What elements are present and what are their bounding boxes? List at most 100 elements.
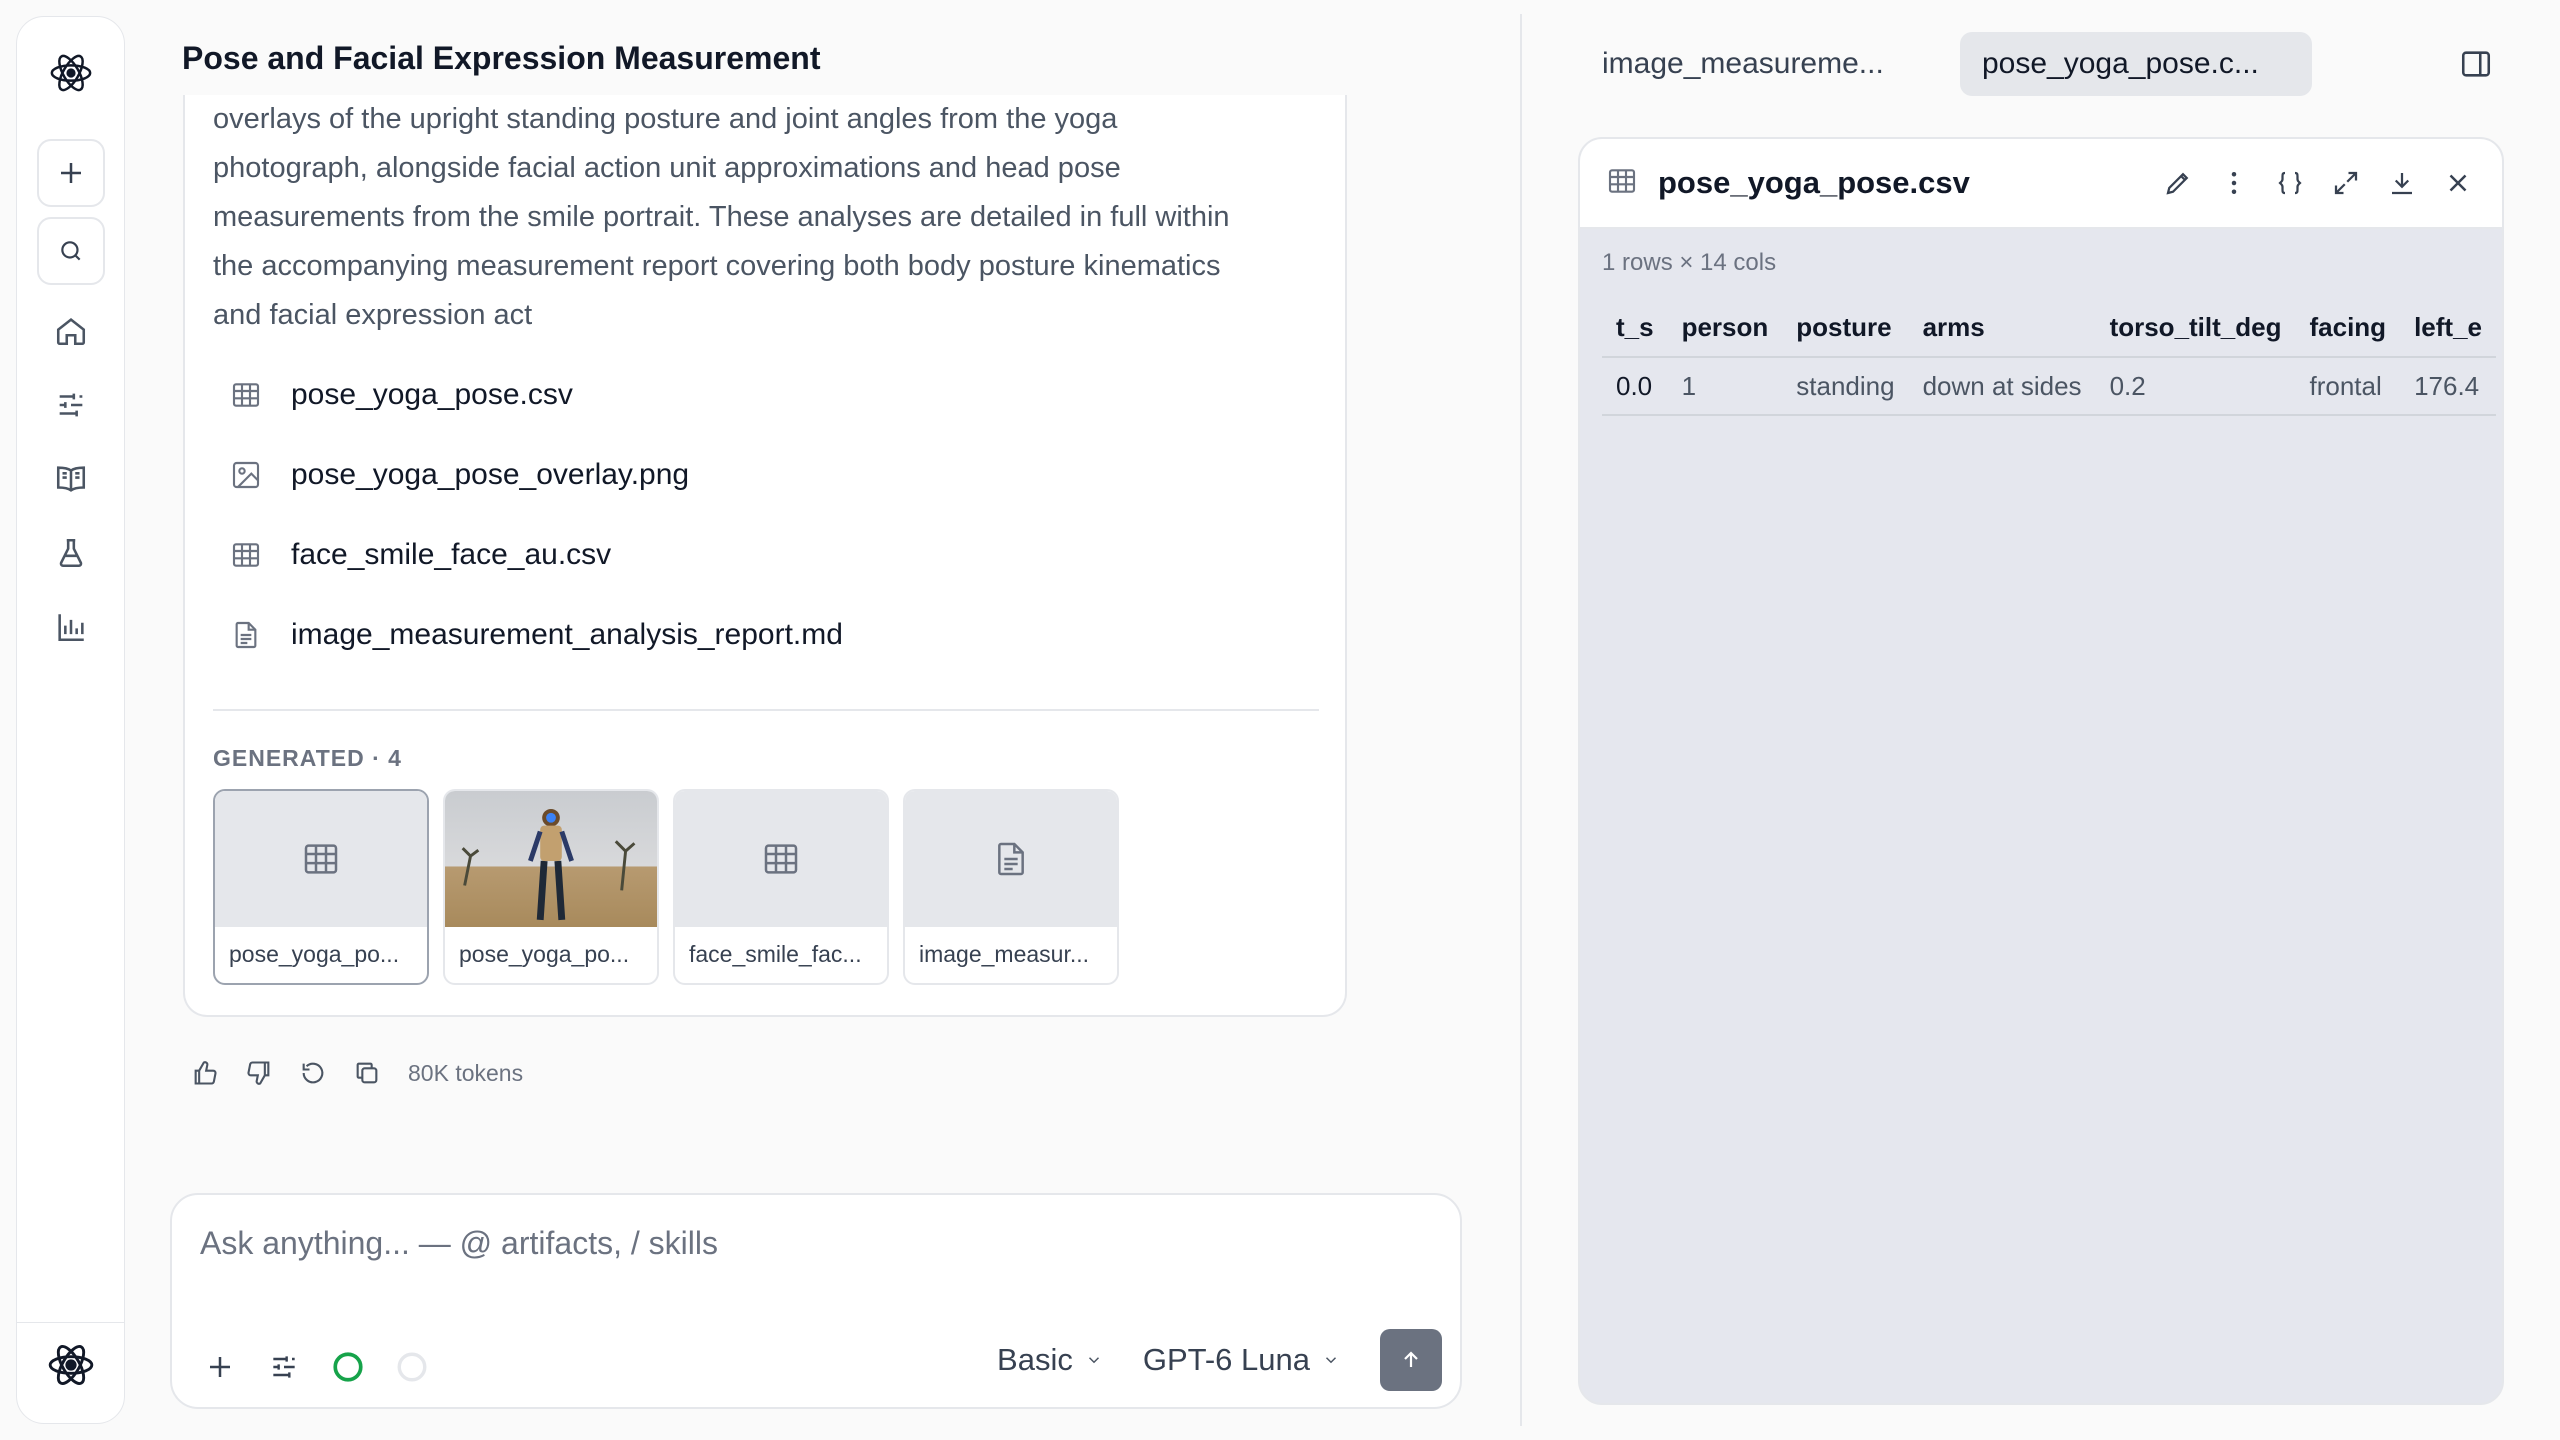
sliders-icon[interactable]	[266, 1349, 302, 1385]
copy-icon[interactable]	[352, 1058, 382, 1088]
document-icon	[905, 791, 1117, 927]
more-vertical-icon[interactable]	[2216, 165, 2252, 201]
table-icon	[227, 376, 265, 414]
generated-label: GENERATED · 4	[213, 745, 402, 771]
thumbnail-caption: image_measur...	[919, 941, 1090, 967]
composer-right-controls: Basic GPT-6 Luna	[997, 1329, 1442, 1391]
file-link-face-csv[interactable]: face_smile_face_au.csv	[227, 515, 843, 595]
search-button[interactable]	[36, 217, 105, 285]
sliders-icon	[59, 393, 82, 417]
message-line: the accompanying measurement report cove…	[213, 250, 1221, 282]
status-ring-icon[interactable]	[330, 1349, 366, 1385]
csv-viewer: pose_yoga_pose.csv 1 rows × 14 cols t_s …	[1578, 137, 2504, 1405]
download-icon[interactable]	[2384, 165, 2420, 201]
chevron-down-icon	[1088, 1357, 1099, 1364]
code-braces-icon[interactable]	[2272, 165, 2308, 201]
chat-title: Pose and Facial Expression Measurement	[182, 40, 821, 76]
table-cell: 176.4	[2400, 357, 2496, 416]
table-cell: 0.2	[2095, 357, 2296, 416]
column-header[interactable]: torso_tilt_deg	[2095, 299, 2296, 358]
column-header[interactable]: left_e	[2400, 299, 2496, 358]
token-count: 80K tokens	[408, 1059, 524, 1086]
message-line: measurements from the smile portrait. Th…	[213, 201, 1230, 233]
thumbnail-face-csv[interactable]: face_smile_fac...	[673, 789, 889, 985]
search-icon	[60, 241, 80, 261]
bar-chart-icon	[57, 614, 84, 642]
message-line: photograph, alongside facial action unit…	[213, 152, 1121, 184]
file-name: image_measurement_analysis_report.md	[291, 618, 843, 651]
table-meta: 1 rows × 14 cols	[1602, 249, 1777, 276]
table-cell: 1	[1667, 357, 1783, 416]
expand-icon[interactable]	[2328, 165, 2364, 201]
mode-select-value: Basic	[997, 1342, 1073, 1377]
table-icon	[1606, 165, 1638, 202]
loading-ring-icon	[394, 1349, 430, 1385]
plus-icon	[60, 163, 81, 183]
artifact-tabs: image_measureme... pose_yoga_pose.c...	[1580, 32, 2312, 96]
chevron-down-icon	[1325, 1357, 1337, 1364]
column-header[interactable]: arms	[1908, 299, 2096, 358]
left-rail	[16, 16, 125, 1424]
toggle-panel-icon[interactable]	[2456, 44, 2496, 84]
model-select[interactable]: GPT-6 Luna	[1143, 1342, 1340, 1378]
table-icon	[227, 536, 265, 574]
column-header[interactable]: person	[1667, 299, 1783, 358]
thumbnail-caption: face_smile_fac...	[689, 941, 862, 967]
message-text: overlays of the upright standing posture…	[213, 95, 1313, 340]
thumbnail-caption: pose_yoga_po...	[459, 941, 630, 967]
message-line: overlays of the upright standing posture…	[213, 103, 1118, 135]
message-composer: Ask anything... — @ artifacts, / skills …	[170, 1193, 1462, 1409]
send-button[interactable]	[1380, 1329, 1442, 1391]
file-link-overlay-png[interactable]: pose_yoga_pose_overlay.png	[227, 435, 843, 515]
viewer-file-title: pose_yoga_pose.csv	[1658, 165, 1970, 200]
new-chat-button[interactable]	[36, 139, 105, 207]
home-nav[interactable]	[37, 297, 105, 365]
composer-input[interactable]: Ask anything... — @ artifacts, / skills	[200, 1225, 718, 1262]
thumbs-up-icon[interactable]	[190, 1058, 220, 1088]
composer-tools	[202, 1349, 430, 1385]
column-header[interactable]: t_s	[1602, 299, 1668, 358]
thumbs-down-icon[interactable]	[244, 1058, 274, 1088]
mode-select[interactable]: Basic	[997, 1342, 1103, 1378]
edit-pencil-icon[interactable]	[2160, 165, 2196, 201]
model-select-value: GPT-6 Luna	[1142, 1342, 1310, 1377]
file-name: pose_yoga_pose_overlay.png	[291, 458, 690, 491]
tab-image-measurement[interactable]: image_measureme...	[1580, 32, 1932, 96]
analytics-nav[interactable]	[37, 593, 105, 661]
table-container[interactable]: t_s person posture arms torso_tilt_deg f…	[1602, 299, 2502, 416]
profile-atom-icon[interactable]	[43, 1337, 99, 1393]
lab-nav[interactable]	[37, 519, 105, 587]
section-divider	[213, 709, 1319, 711]
thumbnail-caption: pose_yoga_po...	[229, 941, 400, 967]
thumbnail-pose-csv[interactable]: pose_yoga_po...	[213, 789, 429, 985]
column-header[interactable]: posture	[1782, 299, 1909, 358]
thumbnail-overlay-png[interactable]: pose_yoga_po...	[443, 789, 659, 985]
message-actions: 80K tokens	[190, 1058, 523, 1088]
table-cell: 0.0	[1602, 357, 1668, 416]
tab-pose-yoga-pose[interactable]: pose_yoga_pose.c...	[1960, 32, 2312, 96]
panel-splitter[interactable]	[1520, 14, 1522, 1426]
thumbnail-report-md[interactable]: image_measur...	[903, 789, 1119, 985]
table-row: 0.0 1 standing down at sides 0.2 frontal…	[1602, 357, 2496, 416]
file-link-report-md[interactable]: image_measurement_analysis_report.md	[227, 595, 843, 675]
settings-nav[interactable]	[37, 371, 105, 439]
generated-thumbnails: pose_yoga_po... pose_yoga_po... face_smi…	[213, 789, 1119, 985]
viewer-header: pose_yoga_pose.csv	[1580, 139, 2502, 229]
attach-plus-icon[interactable]	[202, 1349, 238, 1385]
image-icon	[227, 456, 265, 494]
column-header[interactable]: facing	[2295, 299, 2401, 358]
table-icon	[215, 791, 427, 927]
table-cell: frontal	[2295, 357, 2401, 416]
file-link-pose-csv[interactable]: pose_yoga_pose.csv	[227, 355, 843, 435]
home-icon	[56, 318, 85, 346]
regenerate-icon[interactable]	[298, 1058, 328, 1088]
csv-table: t_s person posture arms torso_tilt_deg f…	[1602, 299, 2496, 416]
close-icon[interactable]	[2440, 165, 2476, 201]
library-nav[interactable]	[37, 445, 105, 513]
arrow-up-icon	[1404, 1351, 1418, 1367]
file-list: pose_yoga_pose.csv pose_yoga_pose_overla…	[227, 355, 843, 675]
file-name: face_smile_face_au.csv	[291, 538, 612, 571]
atom-logo-icon[interactable]	[45, 47, 97, 99]
assistant-message-card: overlays of the upright standing posture…	[183, 95, 1347, 1017]
flask-icon	[59, 538, 82, 568]
